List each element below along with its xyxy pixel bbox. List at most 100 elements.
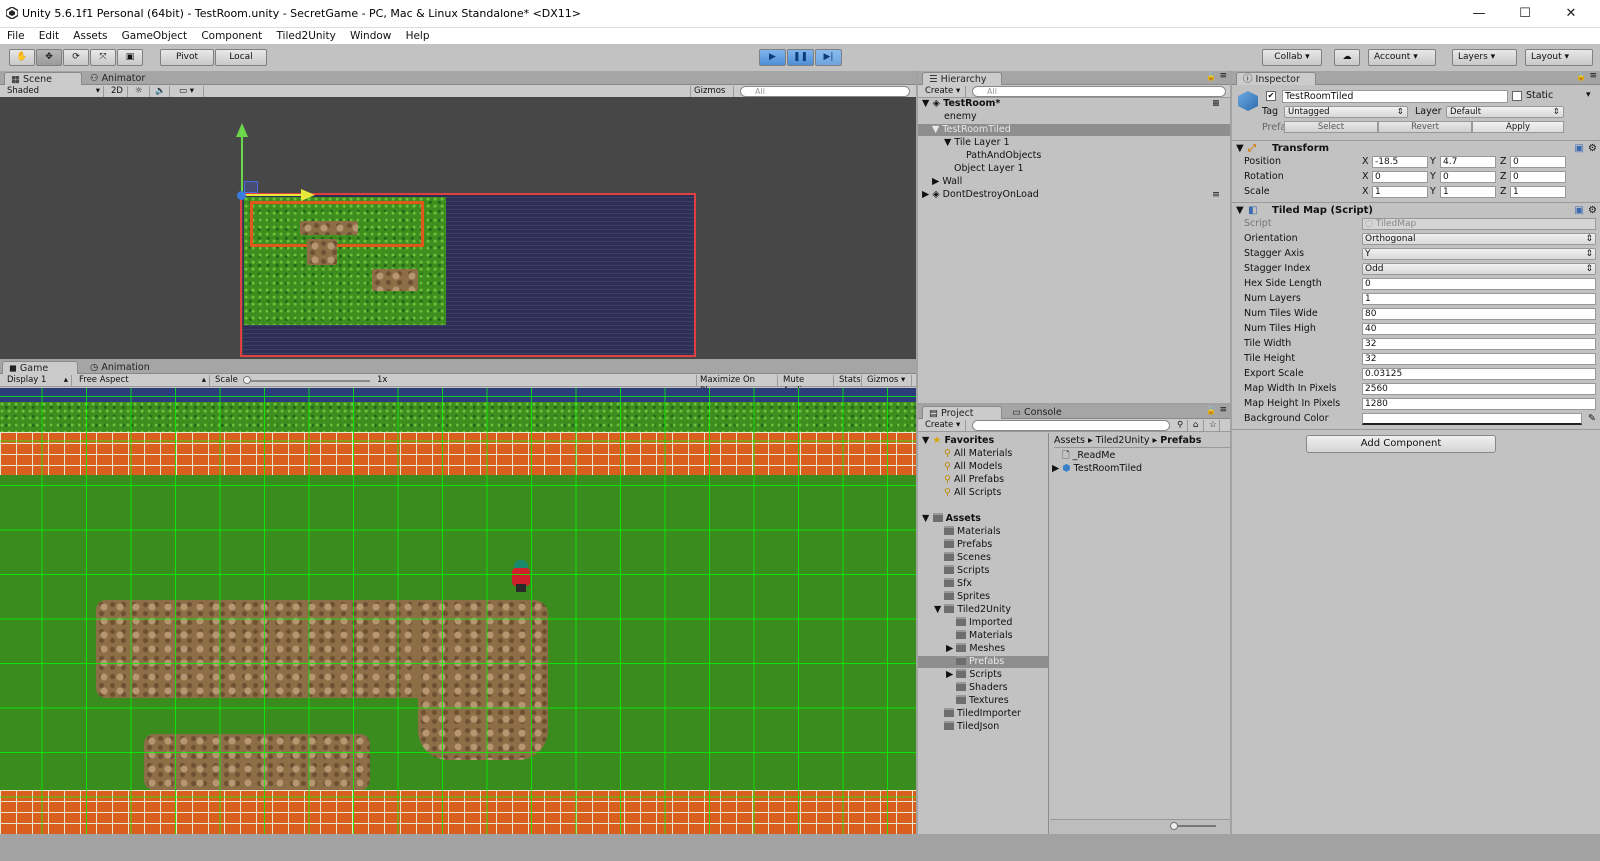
map-height-field[interactable]: 1280	[1362, 398, 1596, 410]
step-button[interactable]: ▶|	[815, 49, 842, 66]
active-checkbox[interactable]: ✔	[1266, 91, 1276, 101]
hierarchy-item-pathandobjects[interactable]: PathAndObjects	[966, 150, 1041, 162]
move-gizmo-x-axis[interactable]	[243, 194, 303, 196]
favorite-button[interactable]: ☆	[1206, 420, 1220, 431]
audio-toggle[interactable]: 🔈	[152, 86, 170, 97]
favorite-all-scripts[interactable]: ⚲ All Scripts	[944, 487, 1001, 499]
tab-project[interactable]: ▤ Project	[922, 406, 1002, 419]
stagger-index-dropdown[interactable]: Odd ⇕	[1362, 263, 1596, 275]
panel-menu-icon[interactable]: ≡	[1219, 71, 1227, 81]
rect-tool-button[interactable]: ▣	[117, 49, 143, 66]
hierarchy-item-dontdestroyonload[interactable]: ▶ ◈ DontDestroyOnLoad ≡	[922, 189, 1220, 201]
hierarchy-item-tile-layer-1[interactable]: ▼ Tile Layer 1	[944, 137, 1010, 149]
object-name-field[interactable]: TestRoomTiled	[1282, 90, 1508, 103]
aspect-dropdown[interactable]: Free Aspect ▴	[76, 375, 210, 386]
stats-toggle[interactable]: Stats	[836, 375, 862, 386]
folder-prefabs[interactable]: Prefabs	[944, 539, 992, 551]
folder-tiled2unity[interactable]: ▼ Tiled2Unity	[934, 604, 1011, 616]
scale-y-field[interactable]: 1	[1440, 186, 1496, 198]
background-color-swatch[interactable]	[1362, 413, 1582, 425]
lock-icon[interactable]: 🔒	[1576, 72, 1586, 81]
search-by-type-button[interactable]: ⚲	[1174, 420, 1188, 431]
rotation-x-field[interactable]: 0	[1372, 171, 1428, 183]
move-gizmo-y-arrow[interactable]	[236, 123, 248, 137]
folder-tiled-prefabs[interactable]: Prefabs	[918, 656, 1048, 668]
lighting-toggle[interactable]: ☼	[132, 86, 150, 97]
maximize-on-play-toggle[interactable]: Maximize On Play	[696, 375, 778, 396]
assets-section[interactable]: ▼ Assets	[922, 513, 981, 525]
project-search-input[interactable]	[972, 420, 1170, 431]
export-scale-field[interactable]: 0.03125	[1362, 368, 1596, 380]
layout-dropdown[interactable]: Layout ▾	[1525, 49, 1593, 66]
rotation-y-field[interactable]: 0	[1440, 171, 1496, 183]
tile-width-field[interactable]: 32	[1362, 338, 1596, 350]
move-gizmo-plane[interactable]	[244, 181, 258, 193]
cloud-button[interactable]: ☁	[1334, 49, 1360, 66]
file-testroomtiled[interactable]: ▶ ⬢ TestRoomTiled	[1052, 463, 1142, 475]
game-gizmos-dropdown[interactable]: Gizmos ▾	[864, 375, 912, 386]
hierarchy-item-testroomtiled[interactable]: ▼ TestRoomTiled	[918, 124, 1230, 136]
num-tiles-high-field[interactable]: 40	[1362, 323, 1596, 335]
hierarchy-item-testroom[interactable]: ▼ ◈ TestRoom* ≡	[922, 98, 1220, 110]
pause-button[interactable]: ❚❚	[787, 49, 814, 66]
icon-size-slider[interactable]	[1172, 825, 1216, 827]
map-width-field[interactable]: 2560	[1362, 383, 1596, 395]
2d-toggle[interactable]: 2D	[108, 86, 128, 97]
num-tiles-wide-field[interactable]: 80	[1362, 308, 1596, 320]
file-readme[interactable]: 🗋 _ReadMe	[1062, 450, 1115, 462]
scene-search-input[interactable]: All	[740, 86, 910, 97]
script-field[interactable]: ◌ TiledMap	[1362, 218, 1596, 230]
tab-scene[interactable]: ▦ Scene	[4, 72, 82, 85]
close-button[interactable]: ✕	[1556, 4, 1586, 24]
rotation-z-field[interactable]: 0	[1510, 171, 1566, 183]
lock-icon[interactable]: 🔒	[1206, 406, 1216, 415]
layers-dropdown[interactable]: Layers ▾	[1452, 49, 1517, 66]
move-gizmo-x-arrow[interactable]	[301, 189, 315, 201]
layer-dropdown[interactable]: Default ⇕	[1446, 106, 1564, 118]
menu-edit[interactable]: Edit	[39, 28, 59, 44]
folder-tiledjson[interactable]: TiledJson	[944, 721, 999, 733]
minimize-button[interactable]: —	[1464, 4, 1494, 24]
scene-view[interactable]	[0, 97, 916, 359]
favorite-all-materials[interactable]: ⚲ All Materials	[944, 448, 1012, 460]
breadcrumb-prefabs[interactable]: Prefabs	[1160, 435, 1201, 446]
move-gizmo-y-axis[interactable]	[241, 133, 243, 195]
hierarchy-search-input[interactable]: All	[972, 86, 1226, 97]
hand-tool-button[interactable]: ✋	[9, 49, 35, 66]
game-view[interactable]	[0, 388, 916, 834]
hierarchy-item-enemy[interactable]: enemy	[944, 111, 977, 123]
folder-shaders[interactable]: Shaders	[956, 682, 1008, 694]
position-x-field[interactable]: -18.5	[1372, 156, 1428, 168]
orientation-dropdown[interactable]: Orthogonal ⇕	[1362, 233, 1596, 245]
folder-tiled-materials[interactable]: Materials	[956, 630, 1013, 642]
prefab-select-button[interactable]: Select	[1284, 121, 1378, 133]
menu-gameobject[interactable]: GameObject	[122, 28, 187, 44]
tab-hierarchy[interactable]: ☰ Hierarchy	[922, 72, 1002, 85]
folder-tiled-scripts[interactable]: ▶ Scripts	[946, 669, 1002, 681]
pivot-handle[interactable]	[237, 191, 246, 200]
hierarchy-create-dropdown[interactable]: Create ▾	[922, 86, 966, 97]
player-character[interactable]	[508, 560, 534, 594]
tab-inspector[interactable]: ⓘ Inspector	[1236, 72, 1316, 85]
pivot-button[interactable]: Pivot	[160, 49, 214, 66]
eyedropper-icon[interactable]: ✎	[1588, 412, 1596, 426]
prefab-revert-button[interactable]: Revert	[1378, 121, 1472, 133]
project-create-dropdown[interactable]: Create ▾	[922, 420, 966, 431]
account-dropdown[interactable]: Account ▾	[1368, 49, 1436, 66]
menu-help[interactable]: Help	[406, 28, 430, 44]
stagger-axis-dropdown[interactable]: Y ⇕	[1362, 248, 1596, 260]
favorite-all-models[interactable]: ⚲ All Models	[944, 461, 1002, 473]
num-layers-field[interactable]: 1	[1362, 293, 1596, 305]
tab-animator[interactable]: ⚇ Animator	[84, 72, 156, 85]
tab-game[interactable]: ◼ Game	[2, 361, 78, 374]
add-component-button[interactable]: Add Component	[1306, 435, 1496, 453]
local-button[interactable]: Local	[215, 49, 267, 66]
folder-textures[interactable]: Textures	[956, 695, 1009, 707]
menu-window[interactable]: Window	[350, 28, 391, 44]
shading-dropdown[interactable]: Shaded ▾	[4, 86, 104, 97]
static-dropdown-arrow[interactable]: ▾	[1586, 90, 1591, 100]
folder-scripts[interactable]: Scripts	[944, 565, 990, 577]
position-z-field[interactable]: 0	[1510, 156, 1566, 168]
prefab-apply-button[interactable]: Apply	[1472, 121, 1564, 133]
tag-dropdown[interactable]: Untagged ⇕	[1284, 106, 1408, 118]
